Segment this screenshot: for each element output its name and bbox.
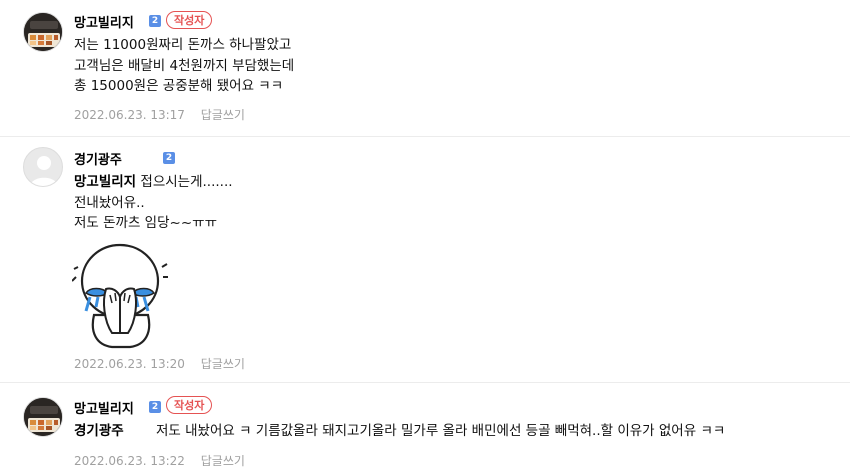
comment-author[interactable]: 망고빌리지 — [74, 12, 134, 31]
comment-date: 2022.06.23. 13:20 — [74, 357, 185, 371]
avatar[interactable] — [23, 397, 63, 437]
default-profile-icon — [30, 156, 58, 186]
comment-meta: 2022.06.23. 13:17 답글쓰기 — [74, 106, 245, 123]
comment-date: 2022.06.23. 13:17 — [74, 108, 185, 122]
level-badge: 2 — [149, 15, 161, 27]
reply-button[interactable]: 답글쓰기 — [201, 357, 245, 371]
mention-link[interactable]: 경기광주 — [74, 423, 124, 439]
comment-divider — [0, 382, 850, 383]
comment-meta: 2022.06.23. 13:20 답글쓰기 — [74, 355, 245, 372]
comment-line: 저도 돈까츠 임당~~ㅠㅠ — [74, 215, 217, 231]
comment-line: 저도 내놨어요 ㅋ 기름값올라 돼지고기올라 밀가루 올라 배민에선 등골 빼먹… — [155, 423, 726, 439]
comment-author[interactable]: 망고빌리지 — [74, 398, 134, 417]
writer-badge: 작성자 — [166, 11, 213, 29]
comment-line: 총 15000원은 공중분해 됐어요 ㅋㅋ — [74, 78, 284, 94]
writer-badge: 작성자 — [166, 396, 213, 414]
level-badge: 2 — [163, 152, 175, 164]
food-photo-icon — [24, 398, 62, 436]
avatar[interactable] — [23, 12, 63, 52]
crying-face-sticker — [72, 243, 168, 349]
reply-button[interactable]: 답글쓰기 — [201, 108, 245, 122]
comment-text: 경기광주 저도 내놨어요 ㅋ 기름값올라 돼지고기올라 밀가루 올라 배민에선 … — [74, 421, 725, 442]
food-photo-icon — [24, 13, 62, 51]
comment-text: 망고빌리지 접으시는게....... 전내놨어유.. 저도 돈까츠 임당~~ㅠㅠ — [74, 172, 233, 234]
comment-line: 고객님은 배달비 4천원까지 부담했는데 — [74, 57, 295, 74]
comment-first-line: 망고빌리지 접으시는게....... — [74, 172, 233, 193]
level-badge: 2 — [149, 401, 161, 413]
comment-line: 접으시는게....... — [140, 174, 233, 190]
comment-date: 2022.06.23. 13:22 — [74, 454, 185, 468]
comment-line: 저는 11000원짜리 돈까스 하나팔았고 — [74, 37, 292, 53]
avatar[interactable] — [23, 147, 63, 187]
comment-text: 저는 11000원짜리 돈까스 하나팔았고 고객님은 배달비 4천원까지 부담했… — [74, 35, 294, 97]
comment-meta: 2022.06.23. 13:22 답글쓰기 — [74, 452, 245, 469]
reply-button[interactable]: 답글쓰기 — [201, 454, 245, 468]
comment-line: 전내놨어유.. — [74, 194, 145, 211]
comment-author[interactable]: 경기광주 — [74, 149, 122, 168]
mention-link[interactable]: 망고빌리지 — [74, 174, 136, 190]
comment-divider — [0, 136, 850, 137]
